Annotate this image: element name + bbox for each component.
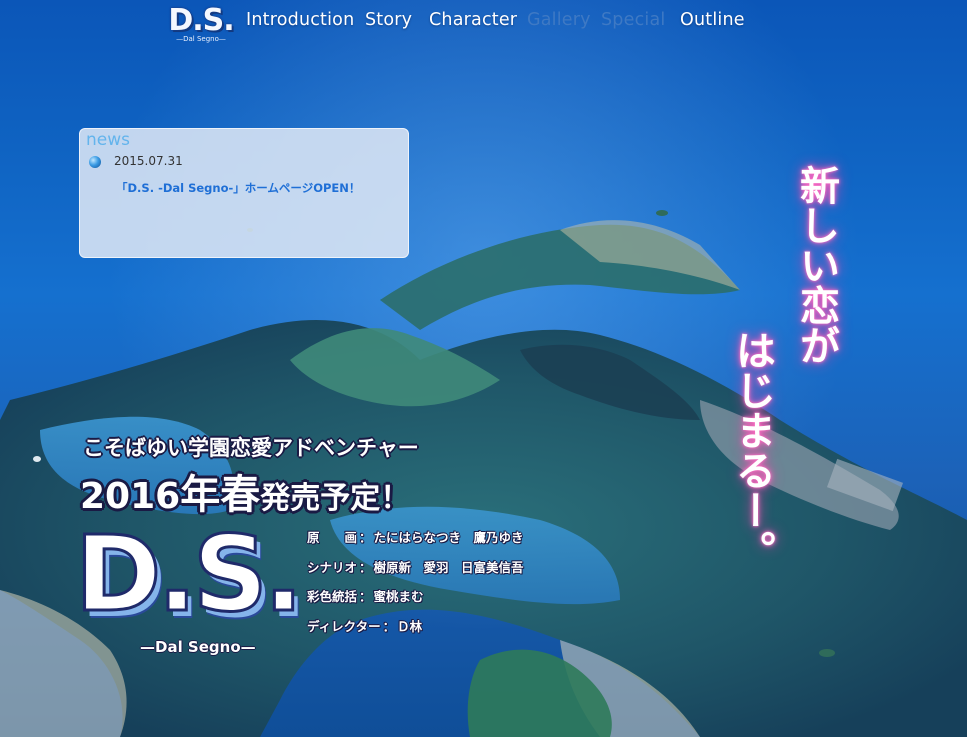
credit-names: 樹原新 愛羽 日富美信吾 [373, 559, 524, 575]
news-item-link[interactable]: 「D.S. -Dal Segno-」ホームページOPEN！ [116, 180, 360, 196]
top-nav: D.S. —Dal Segno— Introduction Story Char… [0, 0, 967, 52]
release-rest: 発売予定！ [260, 481, 411, 516]
site-logo-text: D.S. [168, 3, 234, 38]
blue-orb-icon [89, 156, 101, 168]
credit-row: ディレクター： Ｄ林 [307, 618, 423, 634]
news-heading: news [86, 130, 130, 150]
nav-character[interactable]: Character [429, 10, 517, 30]
news-panel: news 2015.07.31 「D.S. -Dal Segno-」ホームページ… [79, 128, 409, 258]
credit-names: たにはらなつき 鷹乃ゆき [373, 530, 524, 545]
release-tagline: 2016年春発売予定！ [80, 462, 410, 520]
nav-outline[interactable]: Outline [680, 10, 745, 30]
news-date: 2015.07.31 [114, 154, 183, 168]
nav-gallery: Gallery [527, 10, 591, 30]
staff-credits: 原 画：たにはらなつき 鷹乃ゆき シナリオ：樹原新 愛羽 日富美信吾 彩色統括：… [307, 529, 524, 647]
credit-role: シナリオ [307, 559, 358, 575]
credit-row: 原 画：たにはらなつき 鷹乃ゆき [307, 530, 524, 545]
catch-copy-line1: 新しい恋が [793, 165, 839, 365]
credit-role: ディレクター [307, 618, 381, 634]
title-logo-text: D.S. [74, 513, 305, 636]
genre-tagline: こそばゆい学園恋愛アドベンチャー [83, 436, 419, 460]
release-season: 年春 [180, 472, 261, 518]
title-logo-subtitle: —Dal Segno— [140, 638, 256, 656]
title-logo: D.S. —Dal Segno— [74, 513, 305, 664]
credit-row: シナリオ：樹原新 愛羽 日富美信吾 [307, 559, 524, 575]
credit-role: 彩色統括 [307, 589, 358, 604]
credit-names: 蜜桃まむ [373, 589, 424, 604]
site-logo[interactable]: D.S. —Dal Segno— [167, 4, 235, 48]
nav-introduction[interactable]: Introduction [246, 10, 354, 30]
nav-story[interactable]: Story [365, 10, 412, 30]
credit-row: 彩色統括：蜜桃まむ [307, 589, 424, 604]
credit-role: 原 画 [307, 530, 358, 545]
catch-copy-line2: はじまるー。 [729, 330, 775, 570]
credit-names: Ｄ林 [397, 618, 423, 634]
site-logo-subtitle: —Dal Segno— [176, 35, 226, 43]
release-year: 2016 [80, 476, 181, 517]
nav-special: Special [601, 10, 666, 30]
